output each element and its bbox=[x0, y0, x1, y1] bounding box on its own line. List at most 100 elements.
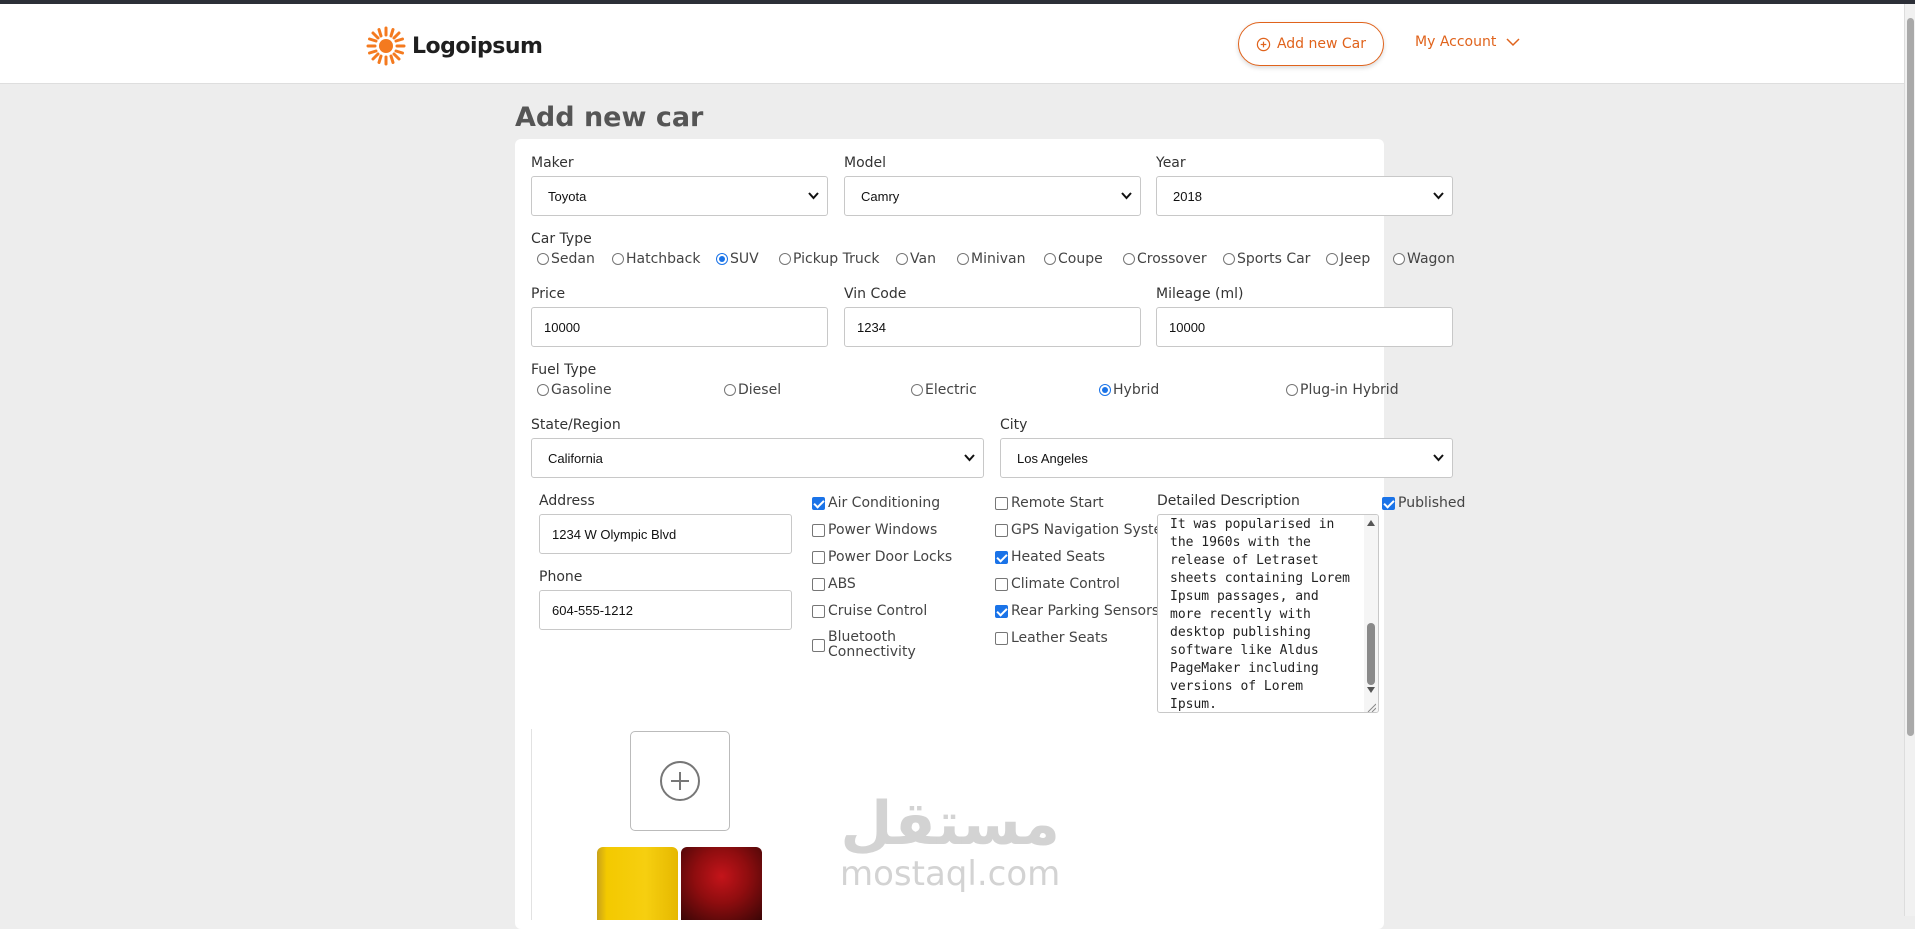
fuel-type-hybrid[interactable]: Hybrid bbox=[1099, 382, 1159, 398]
car-image-thumbnail[interactable] bbox=[681, 847, 762, 920]
checkbox[interactable] bbox=[995, 578, 1008, 591]
textarea-scrollbar[interactable] bbox=[1364, 515, 1378, 712]
feature-power-door-locks[interactable]: Power Door Locks bbox=[812, 549, 952, 565]
plus-circle-icon bbox=[660, 761, 700, 801]
scroll-down-arrow-icon[interactable] bbox=[1367, 687, 1375, 693]
car-image-thumbnail[interactable] bbox=[597, 847, 678, 920]
checkbox[interactable] bbox=[995, 497, 1008, 510]
feature-heated-seats[interactable]: Heated Seats bbox=[995, 549, 1105, 565]
fuel-type-diesel[interactable]: Diesel bbox=[724, 382, 781, 398]
radio-button-selected[interactable] bbox=[716, 253, 728, 265]
scroll-up-arrow-icon[interactable] bbox=[1367, 520, 1375, 526]
model-select[interactable]: Camry bbox=[844, 176, 1141, 216]
radio-label: Wagon bbox=[1407, 251, 1455, 267]
feature-power-windows[interactable]: Power Windows bbox=[812, 522, 937, 538]
checkbox-checked[interactable] bbox=[995, 605, 1008, 618]
radio-button[interactable] bbox=[1286, 384, 1298, 396]
state-region-value: California bbox=[548, 450, 603, 466]
feature-cruise-control[interactable]: Cruise Control bbox=[812, 603, 927, 619]
radio-button[interactable] bbox=[896, 253, 908, 265]
page-scrollbar[interactable] bbox=[1904, 4, 1915, 916]
price-input[interactable]: 10000 bbox=[531, 307, 828, 347]
car-type-suv[interactable]: SUV bbox=[716, 251, 759, 267]
radio-button[interactable] bbox=[1044, 253, 1056, 265]
feature-leather-seats[interactable]: Leather Seats bbox=[995, 630, 1108, 646]
car-type-coupe[interactable]: Coupe bbox=[1044, 251, 1103, 267]
radio-label: Electric bbox=[925, 382, 977, 398]
checkbox-checked[interactable] bbox=[812, 497, 825, 510]
phone-input[interactable]: 604-555-1212 bbox=[539, 590, 792, 630]
feature-climate-control[interactable]: Climate Control bbox=[995, 576, 1120, 592]
feature-air-conditioning[interactable]: Air Conditioning bbox=[812, 495, 940, 511]
vin-code-label: Vin Code bbox=[844, 286, 907, 302]
city-select[interactable]: Los Angeles bbox=[1000, 438, 1453, 478]
checkbox[interactable] bbox=[812, 639, 825, 652]
fuel-type-gasoline[interactable]: Gasoline bbox=[537, 382, 612, 398]
feature-gps-navigation-system[interactable]: GPS Navigation System bbox=[995, 522, 1176, 538]
radio-button[interactable] bbox=[724, 384, 736, 396]
add-new-car-button[interactable]: Add new Car bbox=[1238, 22, 1384, 66]
radio-button[interactable] bbox=[1123, 253, 1135, 265]
vin-code-input[interactable]: 1234 bbox=[844, 307, 1141, 347]
maker-select[interactable]: Toyota bbox=[531, 176, 828, 216]
radio-button[interactable] bbox=[779, 253, 791, 265]
mileage-input[interactable]: 10000 bbox=[1156, 307, 1453, 347]
checkbox[interactable] bbox=[812, 551, 825, 564]
checkbox[interactable] bbox=[995, 524, 1008, 537]
checkbox[interactable] bbox=[995, 632, 1008, 645]
resize-handle-icon[interactable] bbox=[1366, 702, 1376, 712]
my-account-label: My Account bbox=[1415, 34, 1497, 50]
car-type-pickup-truck[interactable]: Pickup Truck bbox=[779, 251, 880, 267]
radio-button[interactable] bbox=[612, 253, 624, 265]
checkbox-label: Cruise Control bbox=[828, 603, 928, 619]
radio-button-selected[interactable] bbox=[1099, 384, 1111, 396]
fuel-type-plug-in-hybrid[interactable]: Plug-in Hybrid bbox=[1286, 382, 1399, 398]
page-title: Add new car bbox=[515, 102, 704, 133]
radio-button[interactable] bbox=[537, 384, 549, 396]
detailed-description-textarea[interactable]: It was popularised in the 1960s with the… bbox=[1157, 514, 1379, 713]
year-label: Year bbox=[1156, 155, 1186, 171]
checkbox[interactable] bbox=[812, 524, 825, 537]
my-account-menu[interactable]: My Account bbox=[1415, 34, 1520, 50]
mileage-value: 10000 bbox=[1169, 319, 1206, 335]
feature-abs[interactable]: ABS bbox=[812, 576, 856, 592]
feature-bluetooth-connectivity[interactable]: Bluetooth Connectivity bbox=[812, 630, 932, 660]
page-scrollbar-thumb[interactable] bbox=[1907, 18, 1914, 736]
checkbox[interactable] bbox=[812, 578, 825, 591]
car-type-sports-car[interactable]: Sports Car bbox=[1223, 251, 1310, 267]
car-type-sedan[interactable]: Sedan bbox=[537, 251, 595, 267]
chevron-down-icon bbox=[1121, 192, 1132, 200]
watermark: مستقل mostaql.com bbox=[840, 794, 1060, 894]
radio-button[interactable] bbox=[1223, 253, 1235, 265]
radio-button[interactable] bbox=[1393, 253, 1405, 265]
price-value: 10000 bbox=[544, 319, 581, 335]
feature-rear-parking-sensors[interactable]: Rear Parking Sensors bbox=[995, 603, 1159, 619]
checkbox[interactable] bbox=[812, 605, 825, 618]
radio-label: Minivan bbox=[971, 251, 1026, 267]
fuel-type-electric[interactable]: Electric bbox=[911, 382, 977, 398]
car-type-jeep[interactable]: Jeep bbox=[1326, 251, 1370, 267]
feature-remote-start[interactable]: Remote Start bbox=[995, 495, 1104, 511]
checkbox-label: Air Conditioning bbox=[828, 495, 941, 511]
year-select[interactable]: 2018 bbox=[1156, 176, 1453, 216]
car-type-van[interactable]: Van bbox=[896, 251, 936, 267]
car-type-crossover[interactable]: Crossover bbox=[1123, 251, 1207, 267]
add-new-car-label: Add new Car bbox=[1276, 36, 1367, 52]
address-input[interactable]: 1234 W Olympic Blvd bbox=[539, 514, 792, 554]
state-region-select[interactable]: California bbox=[531, 438, 984, 478]
radio-button[interactable] bbox=[537, 253, 549, 265]
logo[interactable]: Logoipsum bbox=[366, 26, 543, 66]
textarea-scrollbar-thumb[interactable] bbox=[1367, 623, 1375, 685]
car-type-wagon[interactable]: Wagon bbox=[1393, 251, 1455, 267]
checkbox-label: Bluetooth Connectivity bbox=[828, 629, 916, 660]
add-image-button[interactable] bbox=[630, 731, 730, 831]
published-checkbox[interactable] bbox=[1382, 497, 1395, 510]
sun-logo-icon bbox=[366, 26, 406, 66]
car-type-hatchback[interactable]: Hatchback bbox=[612, 251, 700, 267]
published-checkbox-item[interactable]: Published bbox=[1382, 495, 1465, 511]
radio-button[interactable] bbox=[957, 253, 969, 265]
radio-button[interactable] bbox=[911, 384, 923, 396]
radio-button[interactable] bbox=[1326, 253, 1338, 265]
car-type-minivan[interactable]: Minivan bbox=[957, 251, 1025, 267]
checkbox-checked[interactable] bbox=[995, 551, 1008, 564]
